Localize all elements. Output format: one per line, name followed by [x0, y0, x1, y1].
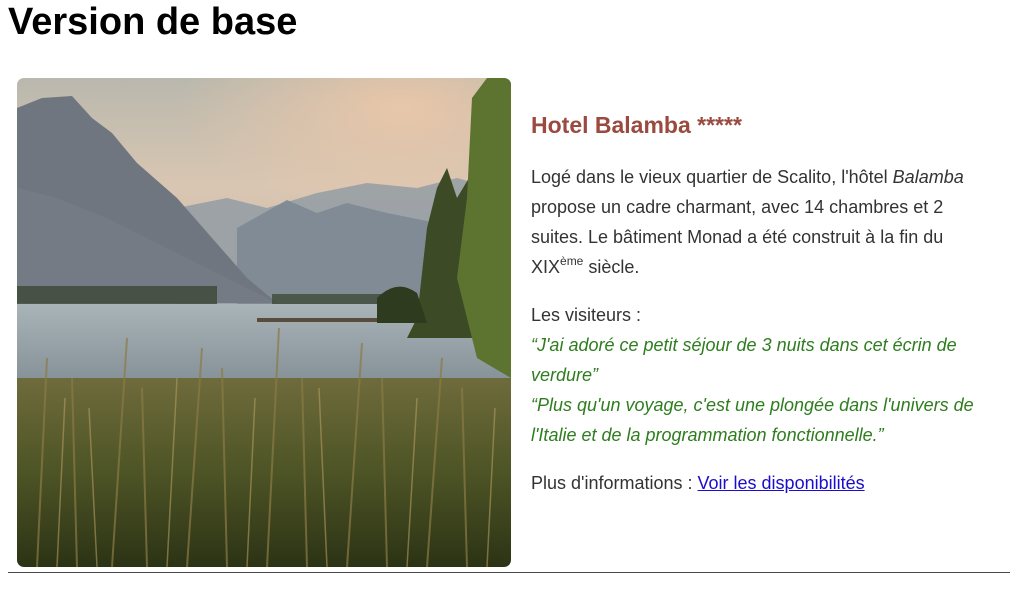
- hotel-info: Hotel Balamba ***** Logé dans le vieux q…: [531, 110, 991, 498]
- more-info-label: Plus d'informations :: [531, 473, 698, 493]
- description-superscript: ème: [560, 254, 584, 268]
- divider: [8, 572, 1010, 573]
- hotel-card: Hotel Balamba ***** Logé dans le vieux q…: [17, 78, 1017, 568]
- visitor-quote: “Plus qu'un voyage, c'est une plongée da…: [531, 395, 974, 445]
- lake-landscape-photo-icon: [17, 78, 511, 567]
- more-info: Plus d'informations : Voir les disponibi…: [531, 468, 991, 498]
- description-part1: Logé dans le vieux quartier de Scalito, …: [531, 167, 893, 187]
- availability-link[interactable]: Voir les disponibilités: [698, 473, 865, 493]
- page-title: Version de base: [8, 1, 298, 43]
- hotel-description: Logé dans le vieux quartier de Scalito, …: [531, 162, 991, 282]
- visitors-label: Les visiteurs :: [531, 305, 642, 325]
- visitor-quote: “J'ai adoré ce petit séjour de 3 nuits d…: [531, 335, 957, 385]
- hotel-photo: [17, 78, 511, 567]
- description-part3: siècle.: [583, 257, 640, 277]
- hotel-name: Hotel Balamba *****: [531, 112, 742, 138]
- description-hotel-name: Balamba: [892, 167, 964, 187]
